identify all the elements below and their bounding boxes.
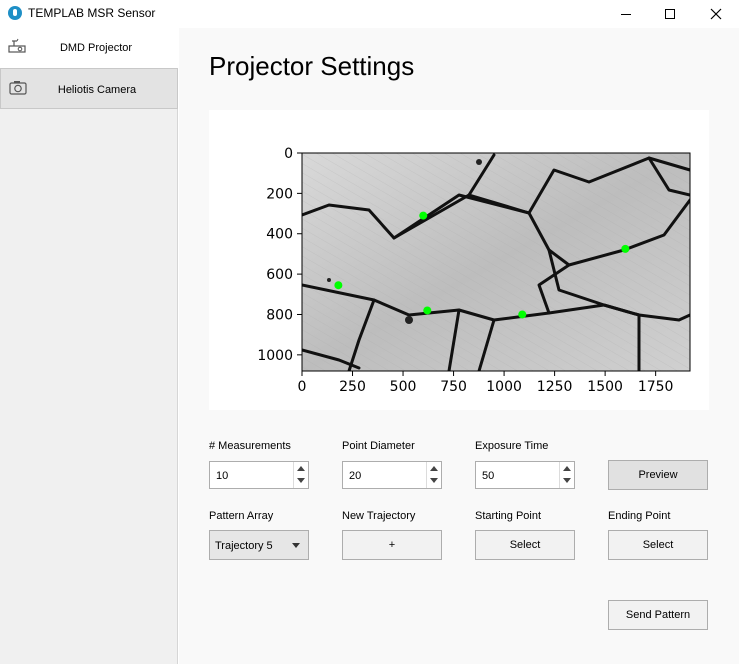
y-tick-label: 400 bbox=[266, 227, 293, 243]
y-tick-label: 200 bbox=[266, 186, 293, 202]
trajectory-point[interactable] bbox=[423, 306, 432, 315]
micrograph-image bbox=[302, 153, 690, 371]
minimize-icon bbox=[621, 13, 631, 15]
sidebar-item-label: Heliotis Camera bbox=[57, 84, 137, 96]
x-tick-label: 1500 bbox=[587, 379, 623, 395]
measurements-label: # Measurements bbox=[209, 440, 291, 452]
trajectory-point[interactable] bbox=[419, 211, 428, 220]
pattern-preview-plot[interactable]: 0 250 500 750 1000 1250 1500 1750 0 200 400 600 800 1… bbox=[209, 110, 709, 410]
exposure-time-spinbox[interactable]: 50 bbox=[475, 461, 575, 489]
x-tick-label: 1000 bbox=[486, 379, 522, 395]
arrow-up-icon[interactable] bbox=[563, 466, 571, 471]
x-tick-label: 1250 bbox=[537, 379, 573, 395]
arrow-down-icon[interactable] bbox=[297, 478, 305, 483]
sidebar-item-dmd-projector[interactable]: DMD Projector bbox=[0, 28, 178, 68]
app-icon bbox=[8, 6, 22, 20]
maximize-icon bbox=[665, 9, 675, 19]
point-diameter-spinbox[interactable]: 20 bbox=[342, 461, 442, 489]
projector-icon bbox=[8, 38, 26, 53]
arrow-up-icon[interactable] bbox=[430, 466, 438, 471]
exposure-time-label: Exposure Time bbox=[475, 440, 549, 452]
x-tick-label: 750 bbox=[440, 379, 467, 395]
pattern-array-label: Pattern Array bbox=[209, 510, 274, 522]
x-tick-label: 500 bbox=[390, 379, 417, 395]
trajectory-point[interactable] bbox=[621, 244, 630, 253]
x-tick-label: 250 bbox=[339, 379, 366, 395]
point-diameter-label: Point Diameter bbox=[342, 440, 415, 452]
main-panel: Projector Settings 0 250 500 750 1000 12… bbox=[179, 28, 739, 664]
x-tick-label: 1750 bbox=[638, 379, 674, 395]
plot-svg[interactable]: 0 250 500 750 1000 1250 1500 1750 0 200 400 600 800 1… bbox=[209, 110, 709, 410]
close-icon bbox=[710, 8, 722, 20]
select-ending-point-button[interactable]: Select bbox=[608, 530, 708, 560]
page-title: Projector Settings bbox=[209, 51, 415, 81]
arrow-down-icon[interactable] bbox=[563, 478, 571, 483]
preview-button[interactable]: Preview bbox=[608, 460, 708, 490]
window-title: TEMPLAB MSR Sensor bbox=[28, 6, 156, 20]
add-trajectory-button[interactable]: + bbox=[342, 530, 442, 560]
trajectory-point[interactable] bbox=[334, 281, 343, 290]
y-tick-label: 600 bbox=[266, 267, 293, 283]
sidebar-item-heliotis-camera[interactable]: Heliotis Camera bbox=[0, 68, 178, 109]
ending-point-label: Ending Point bbox=[608, 510, 671, 522]
send-pattern-button[interactable]: Send Pattern bbox=[608, 600, 708, 630]
arrow-up-icon[interactable] bbox=[297, 466, 305, 471]
y-tick-label: 1000 bbox=[257, 348, 293, 364]
arrow-down-icon[interactable] bbox=[430, 478, 438, 483]
pattern-array-value: Trajectory 5 bbox=[215, 540, 273, 552]
spin-arrows[interactable] bbox=[559, 462, 574, 488]
spin-arrows[interactable] bbox=[293, 462, 308, 488]
spin-arrows[interactable] bbox=[426, 462, 441, 488]
exposure-time-value: 50 bbox=[482, 470, 495, 482]
y-tick-label: 0 bbox=[284, 146, 293, 162]
chevron-down-icon bbox=[292, 543, 300, 548]
pattern-array-dropdown[interactable]: Trajectory 5 bbox=[209, 530, 309, 560]
trajectory-point[interactable] bbox=[518, 310, 527, 319]
starting-point-label: Starting Point bbox=[475, 510, 542, 522]
select-starting-point-button[interactable]: Select bbox=[475, 530, 575, 560]
camera-icon bbox=[9, 81, 27, 95]
sidebar-item-label: DMD Projector bbox=[59, 42, 133, 54]
point-diameter-value: 20 bbox=[349, 470, 362, 482]
y-tick-label: 800 bbox=[266, 307, 293, 323]
close-button[interactable] bbox=[693, 0, 739, 28]
measurements-value: 10 bbox=[216, 470, 229, 482]
sidebar: DMD Projector Heliotis Camera bbox=[0, 28, 178, 664]
measurements-spinbox[interactable]: 10 bbox=[209, 461, 309, 489]
maximize-button[interactable] bbox=[647, 0, 693, 28]
title-bar: TEMPLAB MSR Sensor bbox=[0, 0, 739, 28]
new-trajectory-label: New Trajectory bbox=[342, 510, 416, 522]
x-tick-label: 0 bbox=[298, 379, 307, 395]
minimize-button[interactable] bbox=[603, 0, 649, 28]
